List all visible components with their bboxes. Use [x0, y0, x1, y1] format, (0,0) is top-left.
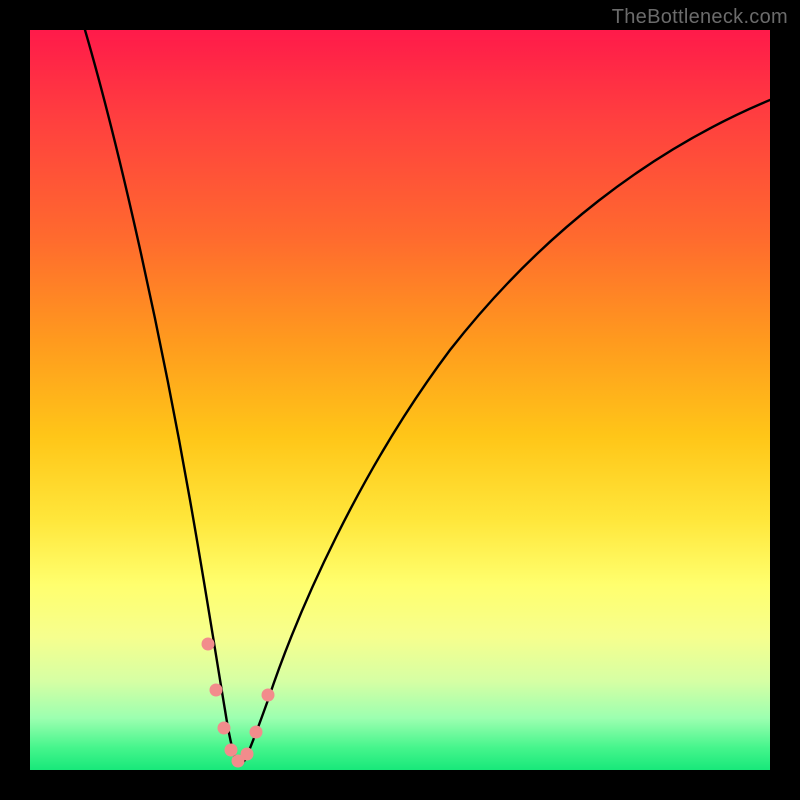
marker-dot — [262, 689, 275, 702]
watermark-text: TheBottleneck.com — [612, 6, 788, 29]
curve-svg — [30, 30, 770, 770]
marker-dot — [210, 684, 223, 697]
marker-dot — [225, 744, 238, 757]
marker-dot — [218, 722, 231, 735]
marker-dot — [241, 748, 254, 761]
plot-area — [30, 30, 770, 770]
marker-dot — [250, 726, 263, 739]
marker-dot — [202, 638, 215, 651]
chart-frame: TheBottleneck.com — [0, 0, 800, 800]
marker-group — [202, 638, 275, 768]
bottleneck-curve-path — [85, 30, 770, 763]
